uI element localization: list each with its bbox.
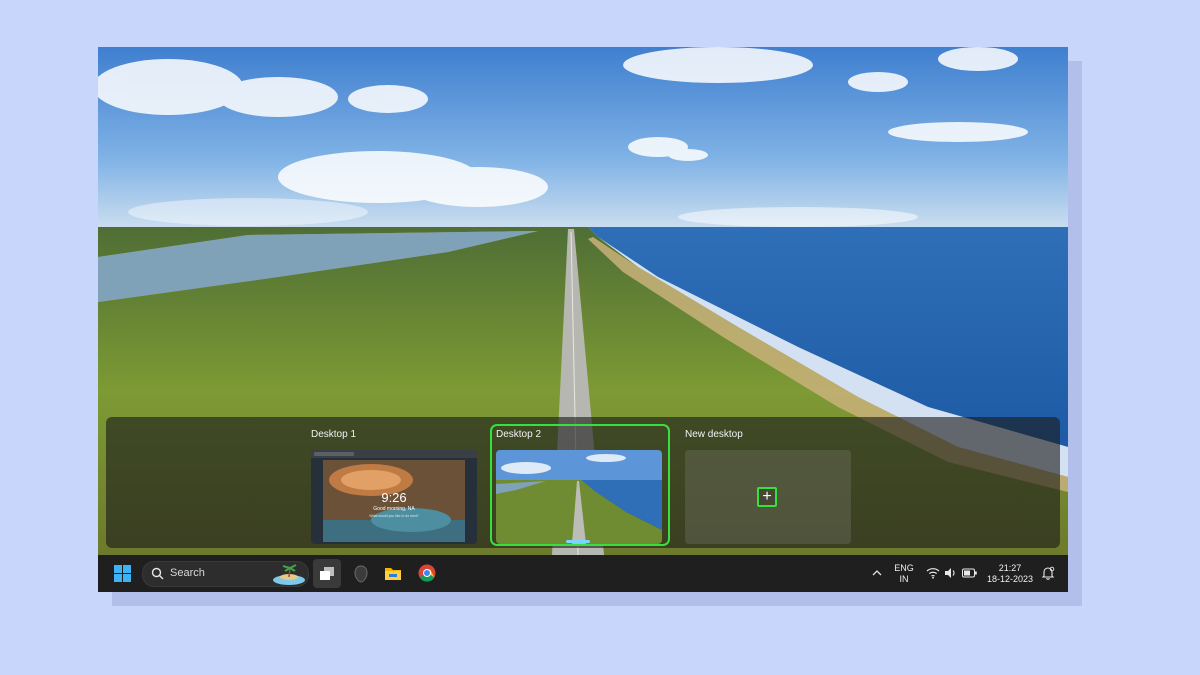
search-icon [151,567,164,580]
windows-logo-icon [112,555,134,592]
copilot-icon [353,565,369,583]
file-explorer-button[interactable] [382,555,404,592]
chevron-up-icon [872,569,882,577]
start-button[interactable] [112,555,134,592]
active-desktop-indicator [566,540,590,543]
taskbar-search-box[interactable]: Search [142,561,309,587]
volume-icon [944,567,957,579]
copilot-button[interactable] [350,555,372,592]
lock-time: 9:26 [381,490,406,505]
lock-subtext: What would you like to do next? [369,514,418,518]
chrome-icon [418,564,436,582]
chrome-button[interactable] [416,555,438,592]
language-code: ENG [891,563,917,574]
taskbar: Search [98,555,1068,592]
new-desktop-tile[interactable]: + [685,450,851,544]
notification-bell-icon [1041,566,1055,580]
desktop-1-thumbnail[interactable]: 9:26 Good morning, NA What would you lik… [311,450,477,544]
add-desktop-plus-icon[interactable]: + [757,487,777,507]
language-indicator[interactable]: ENG IN [891,555,917,592]
search-placeholder: Search [170,567,205,579]
wifi-icon [926,567,940,579]
lock-greeting: Good morning, NA [373,506,415,512]
desktop-2-label: Desktop 2 [496,429,541,440]
file-explorer-icon [384,565,402,581]
language-region: IN [891,574,917,585]
desktop-screen: Desktop 1 9:26 Good morning, NA What wou… [98,47,1068,592]
new-desktop-label: New desktop [685,429,743,440]
clock-button[interactable]: 21:27 18-12-2023 [984,555,1036,592]
show-hidden-icons-button[interactable] [870,555,884,592]
desktop-2-thumbnail[interactable] [496,450,662,544]
quick-settings-button[interactable] [924,555,982,592]
desktop-1-label: Desktop 1 [311,429,356,440]
task-view-icon [319,565,335,581]
task-view-panel: Desktop 1 9:26 Good morning, NA What wou… [106,417,1060,548]
clock-time: 21:27 [984,563,1036,574]
search-highlight-beach-icon [269,563,305,585]
clock-date: 18-12-2023 [984,574,1036,585]
battery-icon [962,568,978,578]
task-view-button[interactable] [313,555,341,592]
notifications-button[interactable] [1040,555,1056,592]
